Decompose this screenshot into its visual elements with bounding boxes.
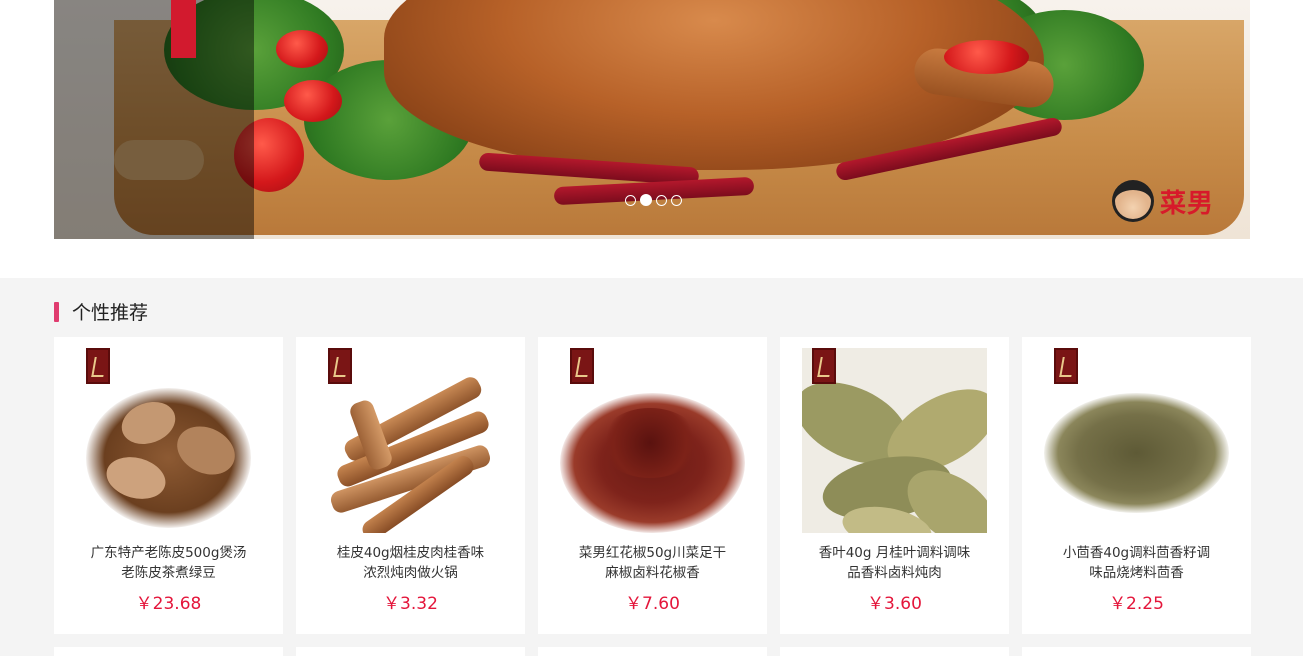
product-image[interactable] xyxy=(560,348,745,533)
product-name[interactable]: 菜男红花椒50g川菜足干麻椒卤料花椒香 xyxy=(538,543,767,583)
product-name[interactable]: 广东特产老陈皮500g煲汤老陈皮茶煮绿豆 xyxy=(54,543,283,583)
banner-carousel[interactable]: 菜男 xyxy=(54,0,1250,239)
chef-face-icon xyxy=(1112,180,1154,222)
product-card[interactable]: 桂皮40g烟桂皮肉桂香味浓烈炖肉做火锅 ￥3.32 xyxy=(296,337,525,634)
product-name[interactable]: 香叶40g 月桂叶调料调味品香料卤料炖肉 xyxy=(780,543,1009,583)
product-card[interactable]: 广东特产老陈皮500g煲汤老陈皮茶煮绿豆 ￥23.68 xyxy=(54,337,283,634)
carousel-dot-3[interactable] xyxy=(656,194,667,206)
product-name[interactable]: 小茴香40g调料茴香籽调味品烧烤料茴香 xyxy=(1022,543,1251,583)
next-row-cards xyxy=(54,647,1251,656)
brand-seal-icon xyxy=(328,348,352,384)
product-price: ￥2.25 xyxy=(1109,594,1164,614)
brand-seal-icon xyxy=(570,348,594,384)
carousel-dot-1[interactable] xyxy=(625,194,636,206)
product-image[interactable] xyxy=(318,348,503,533)
banner-brand-logo: 菜男 xyxy=(1112,180,1214,222)
carousel-dot-4[interactable] xyxy=(671,194,682,206)
product-price: ￥7.60 xyxy=(625,594,680,614)
product-image[interactable] xyxy=(802,348,987,533)
section-accent-bar xyxy=(54,301,59,322)
product-grid: 广东特产老陈皮500g煲汤老陈皮茶煮绿豆 ￥23.68 桂皮40g烟桂皮肉桂香味… xyxy=(54,337,1251,634)
banner-logo-text: 菜男 xyxy=(1160,188,1215,219)
product-price: ￥23.68 xyxy=(135,594,202,614)
product-card[interactable]: 菜男红花椒50g川菜足干麻椒卤料花椒香 ￥7.60 xyxy=(538,337,767,634)
brand-seal-icon xyxy=(812,348,836,384)
product-price: ￥3.32 xyxy=(383,594,438,614)
product-price: ￥3.60 xyxy=(867,594,922,614)
product-name[interactable]: 桂皮40g烟桂皮肉桂香味浓烈炖肉做火锅 xyxy=(296,543,525,583)
brand-seal-icon xyxy=(86,348,110,384)
product-card[interactable]: 小茴香40g调料茴香籽调味品烧烤料茴香 ￥2.25 xyxy=(1022,337,1251,634)
carousel-dot-2[interactable] xyxy=(640,194,652,206)
product-image[interactable] xyxy=(76,348,261,533)
banner-prev-overlay[interactable] xyxy=(54,0,254,239)
section-title: 个性推荐 xyxy=(72,302,149,324)
banner-area: 菜男 xyxy=(0,0,1303,278)
brand-seal-icon xyxy=(1054,348,1078,384)
product-card[interactable]: 香叶40g 月桂叶调料调味品香料卤料炖肉 ￥3.60 xyxy=(780,337,1009,634)
carousel-indicators xyxy=(625,194,682,206)
section-header: 个性推荐 xyxy=(54,298,148,325)
product-image[interactable] xyxy=(1044,348,1229,533)
